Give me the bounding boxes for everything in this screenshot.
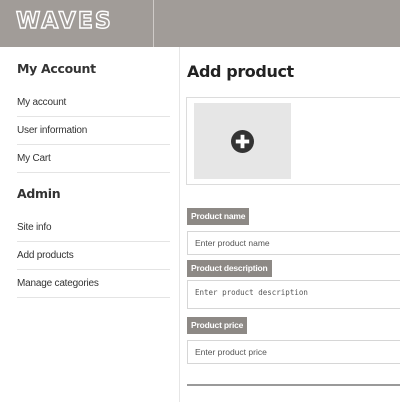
sidebar-item-site-info[interactable]: Site info	[17, 214, 170, 242]
image-upload-dropzone[interactable]	[194, 103, 291, 179]
product-description-label: Product description	[187, 260, 272, 277]
sidebar-item-add-products[interactable]: Add products	[17, 242, 170, 270]
main-content: Add product Product name Product descrip…	[181, 47, 400, 402]
product-name-label: Product name	[187, 208, 250, 225]
sidebar-section-title-admin: Admin	[17, 186, 61, 201]
sidebar-item-manage-categories[interactable]: Manage categories	[17, 270, 170, 298]
sidebar-item-user-information[interactable]: User information	[17, 117, 170, 145]
top-header: WAVES	[0, 0, 400, 47]
product-price-input[interactable]	[187, 340, 400, 364]
sidebar: My Account My account User information M…	[0, 47, 180, 402]
plus-circle-icon[interactable]	[231, 130, 254, 153]
sidebar-item-my-account[interactable]: My account	[17, 89, 170, 117]
page-title: Add product	[187, 62, 294, 81]
logo-area[interactable]: WAVES	[0, 0, 154, 47]
product-name-input[interactable]	[187, 231, 400, 255]
product-price-label: Product price	[187, 317, 248, 334]
form-divider	[187, 384, 400, 386]
site-logo[interactable]: WAVES	[15, 8, 113, 34]
sidebar-section-title-account: My Account	[17, 61, 96, 76]
sidebar-item-my-cart[interactable]: My Cart	[17, 145, 170, 173]
product-description-textarea[interactable]	[187, 280, 400, 309]
image-upload-panel	[186, 97, 400, 185]
